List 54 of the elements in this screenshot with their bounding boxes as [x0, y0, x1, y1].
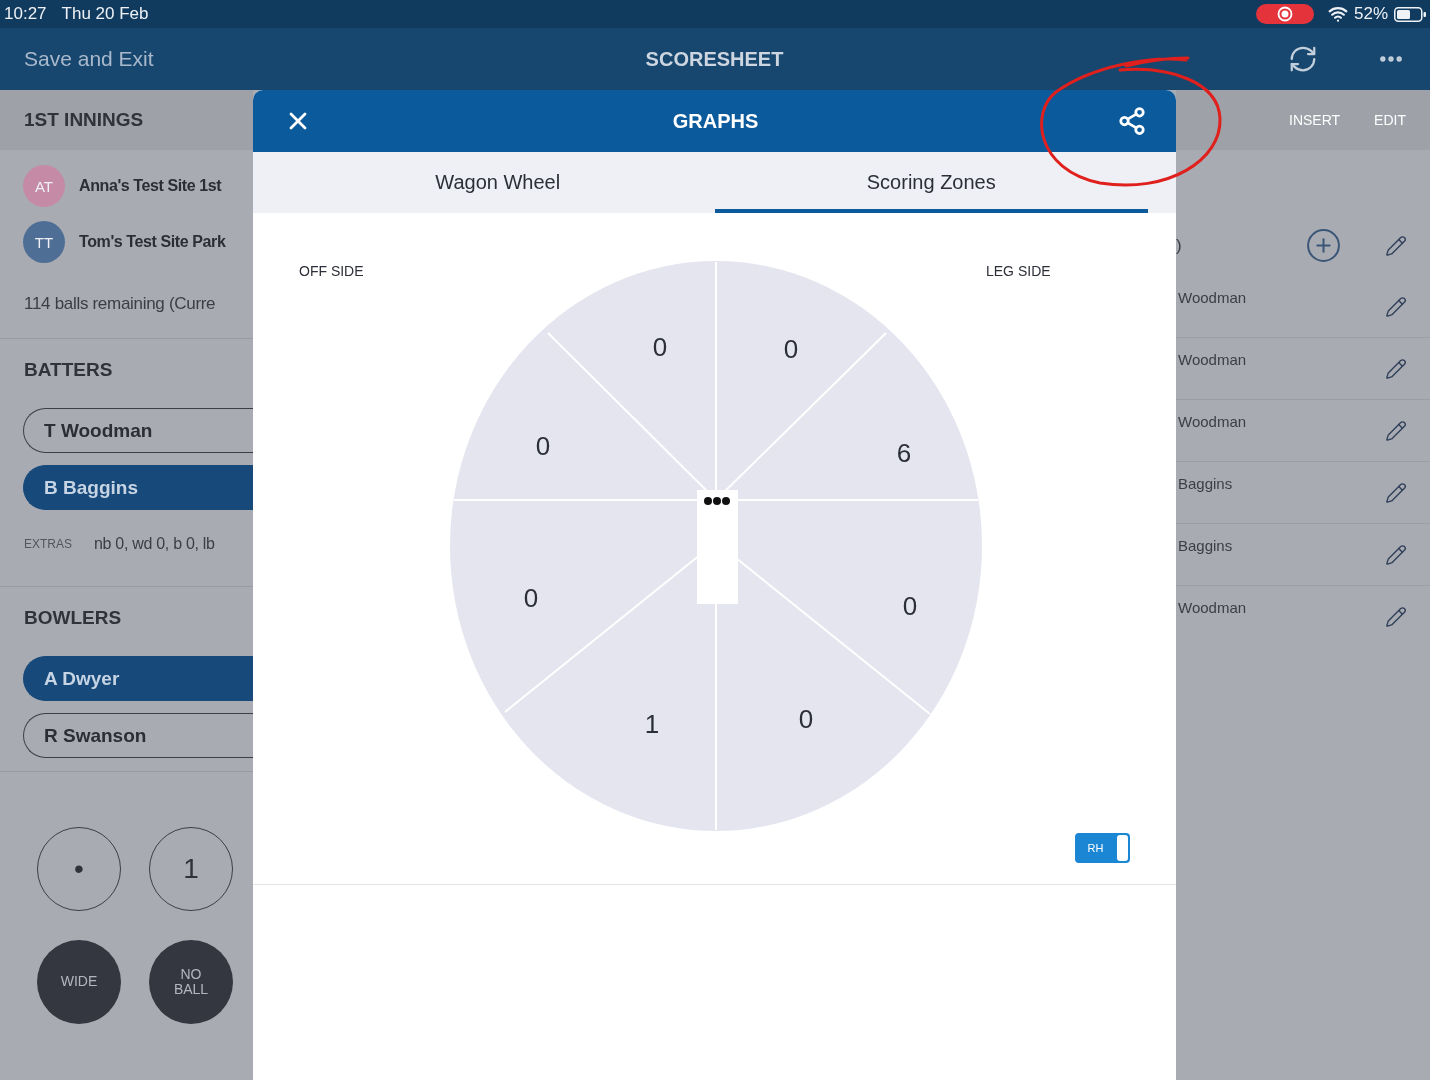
zone-runs: 0 [798, 704, 814, 734]
batter-name: Baggins [1178, 537, 1233, 554]
extras-label: EXTRAS [24, 537, 72, 551]
ellipsis-icon [704, 497, 730, 505]
innings-title: 1ST INNINGS [24, 109, 144, 131]
batter-name: Baggins [1178, 475, 1233, 492]
zone-runs: 0 [535, 431, 551, 461]
truncated-text: ) [1176, 235, 1182, 256]
zone-runs: 0 [902, 591, 918, 621]
team-name: Anna's Test Site 1st [79, 177, 222, 195]
refresh-icon[interactable] [1288, 44, 1318, 74]
zone-runs: 6 [896, 438, 912, 468]
score-button[interactable]: NO BALL [149, 940, 233, 1024]
batter-name: Woodman [1178, 413, 1247, 430]
team-avatar: TT [23, 221, 65, 263]
batter-name: Woodman [1178, 289, 1247, 306]
zone-runs: 0 [652, 332, 668, 362]
zone-runs: 0 [783, 334, 799, 364]
modal-title: GRAPHS [672, 109, 759, 133]
player-pill[interactable]: A Dwyer [23, 656, 253, 701]
pencil-icon[interactable] [1385, 481, 1407, 504]
score-button[interactable]: WIDE [37, 940, 121, 1024]
pencil-icon[interactable] [1385, 357, 1407, 380]
screen-recording-icon [1255, 4, 1314, 24]
section-title: BATTERS [24, 359, 113, 381]
share-icon[interactable] [1117, 106, 1147, 136]
screen-title: SCORESHEET [645, 47, 784, 71]
player-pill[interactable]: B Baggins [23, 465, 253, 510]
team-avatar: AT [23, 165, 65, 207]
extras-value: nb 0, wd 0, b 0, lb [94, 535, 215, 553]
leg-side-label: LEG SIDE [986, 263, 1051, 279]
pencil-icon[interactable] [1385, 295, 1407, 318]
section-title: BOWLERS [24, 607, 122, 629]
off-side-label: OFF SIDE [299, 263, 364, 279]
team-name: Tom's Test Site Park [79, 233, 226, 251]
batter-name: Woodman [1178, 599, 1247, 616]
graph-tab[interactable]: Scoring Zones [714, 152, 1148, 213]
pencil-icon[interactable] [1385, 419, 1407, 442]
zone-runs: 1 [644, 709, 660, 739]
add-icon[interactable] [1305, 227, 1342, 264]
status-time: 10:27 [4, 4, 47, 24]
balls-remaining-text: 114 balls remaining (Curre [24, 294, 216, 314]
save-and-exit-link[interactable]: Save and Exit [24, 47, 154, 71]
batter-name: Woodman [1178, 351, 1247, 368]
battery-percent: 52% [1353, 4, 1388, 24]
battery-icon [1394, 6, 1426, 22]
status-date: Thu 20 Feb [61, 4, 149, 24]
pencil-icon[interactable] [1385, 543, 1407, 566]
pencil-icon[interactable] [1385, 234, 1407, 257]
batting-hand-toggle[interactable]: RH [1075, 833, 1130, 863]
zone-runs: 0 [523, 583, 539, 613]
wifi-icon [1327, 4, 1348, 24]
pencil-icon[interactable] [1385, 605, 1407, 628]
graph-tab[interactable]: Wagon Wheel [281, 152, 715, 213]
